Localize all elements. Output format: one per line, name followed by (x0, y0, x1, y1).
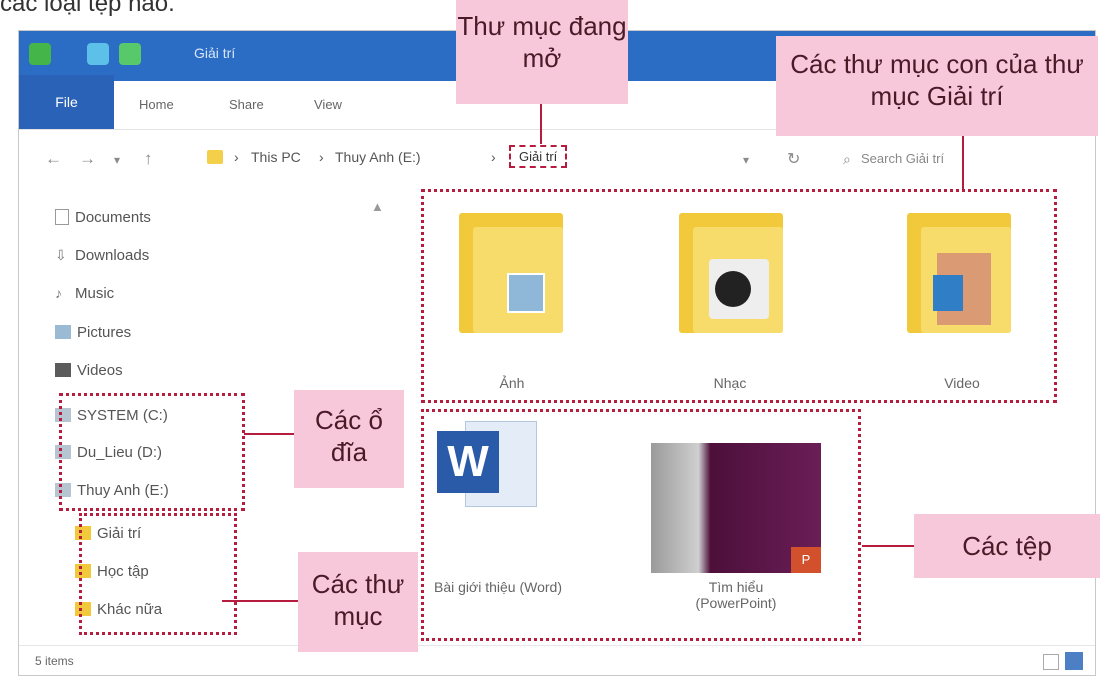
new-folder-icon[interactable] (119, 43, 141, 65)
breadcrumb-sep-icon: › (319, 149, 324, 165)
powerpoint-icon: P (791, 547, 821, 573)
app-icon (29, 43, 51, 65)
breadcrumb-sep-icon: › (234, 149, 239, 165)
sidebar-item-label: Pictures (77, 323, 132, 341)
sidebar-item-downloads[interactable]: ⇩ Downloads (55, 241, 149, 269)
sidebar-item-videos[interactable]: Videos (55, 356, 123, 384)
word-icon: W (437, 431, 499, 493)
up-arrow-icon[interactable]: ↑ (144, 149, 153, 169)
callout-folders: Các thư mục (298, 552, 418, 652)
callout-arrow (862, 545, 914, 547)
breadcrumb-this-pc[interactable]: This PC (251, 149, 301, 165)
status-item-count: 5 items (35, 654, 74, 668)
back-arrow-icon[interactable]: ← (45, 149, 62, 169)
tab-home[interactable]: Home (139, 97, 174, 112)
address-row: ← → ▾ ↑ › This PC › Thuy Anh (E:) › Giải… (19, 129, 1095, 191)
file-label-powerpoint: Tìm hiểu (PowerPoint) (695, 579, 777, 611)
sidebar-item-label: Downloads (75, 246, 150, 264)
folder-photos-icon (507, 273, 545, 313)
folder-music-icon (715, 271, 751, 307)
search-input[interactable]: Search Giải trí (861, 145, 1061, 173)
forward-arrow-icon[interactable]: → (79, 149, 96, 169)
large-icons-view-icon[interactable] (1065, 652, 1083, 670)
sidebar-item-music[interactable]: ♪ Music (55, 279, 114, 307)
address-dropdown-icon[interactable]: ▾ (743, 153, 749, 167)
tab-file[interactable]: File (19, 75, 114, 129)
search-icon: ⌕ (843, 151, 851, 167)
breadcrumb-current-folder[interactable]: Giải trí (509, 145, 568, 168)
sidebar-item-label: Documents (75, 208, 151, 226)
callout-arrow (962, 136, 964, 190)
folder-video-icon (933, 275, 963, 311)
folders-highlight-box (79, 513, 237, 635)
properties-icon[interactable] (87, 43, 109, 65)
top-caption: các loại tệp nào. (0, 0, 175, 17)
folder-tile-nhac[interactable] (679, 213, 783, 333)
file-tile-word[interactable]: W (437, 421, 557, 513)
callout-open-folder: Thư mục đang mở (456, 0, 628, 104)
tab-share[interactable]: Share (229, 97, 264, 112)
file-label-word: Bài giới thiệu (Word) (434, 579, 562, 595)
breadcrumb-sep-icon: › (491, 149, 496, 165)
callout-files: Các tệp (914, 514, 1100, 578)
downloads-icon: ⇩ (55, 246, 67, 263)
breadcrumb-folder-icon (207, 150, 223, 164)
sidebar-item-label: Music (75, 284, 115, 302)
documents-icon (55, 209, 69, 225)
file-tile-powerpoint[interactable]: P (651, 443, 821, 573)
drives-highlight-box (59, 393, 245, 511)
folder-tile-anh[interactable] (459, 213, 563, 333)
callout-arrow (222, 600, 298, 602)
folder-label-video: Video (944, 375, 980, 391)
nav-pane-scroll-up-icon[interactable]: ▲ (371, 199, 384, 214)
sidebar-item-pictures[interactable]: Pictures (55, 318, 131, 346)
status-bar: 5 items (19, 645, 1095, 675)
callout-arrow (540, 104, 542, 144)
pictures-icon (55, 325, 71, 339)
callout-drives: Các ổ đĩa (294, 390, 404, 488)
recent-chevron-icon[interactable]: ▾ (114, 153, 120, 167)
music-icon: ♪ (55, 285, 62, 301)
callout-arrow (244, 433, 294, 435)
folder-label-anh: Ảnh (499, 375, 525, 391)
details-view-icon[interactable] (1043, 654, 1059, 670)
videos-icon (55, 363, 71, 377)
folder-label-nhac: Nhạc (713, 375, 747, 391)
sidebar-item-documents[interactable]: Documents (55, 203, 151, 231)
breadcrumb-drive[interactable]: Thuy Anh (E:) (335, 149, 421, 165)
tab-view[interactable]: View (314, 97, 342, 112)
sidebar-item-label: Videos (77, 361, 123, 379)
window-title: Giải trí (194, 45, 236, 61)
callout-subfolders: Các thư mục con của thư mục Giải trí (776, 36, 1098, 136)
refresh-icon[interactable]: ↻ (787, 149, 800, 169)
folder-tile-video[interactable] (907, 213, 1011, 333)
